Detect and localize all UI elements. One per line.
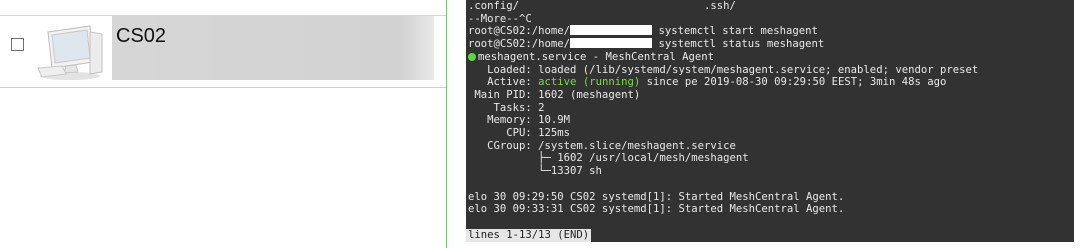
terminal-line: systemctl start meshagent: [652, 25, 818, 38]
redacted-username: [570, 25, 653, 36]
device-row[interactable]: CS02: [0, 16, 446, 86]
terminal-line: CPU: 125ms: [468, 127, 571, 140]
device-name[interactable]: CS02: [116, 25, 166, 48]
terminal-line: root@CS02:/home/: [468, 25, 571, 38]
terminal-line: systemctl status meshagent: [652, 38, 825, 51]
terminal-line: meshagent.service - MeshCentral Agent: [478, 50, 714, 63]
terminal-line: elo 30 09:29:50 CS02 systemd[1]: Started…: [468, 190, 845, 203]
terminal-line: Memory: 10.9M: [468, 114, 571, 127]
row-divider-bottom: [0, 87, 446, 88]
redacted-username: [570, 38, 653, 49]
terminal-window[interactable]: .config/ .ssh/ --More--^C root@CS02:/hom…: [466, 0, 1074, 242]
terminal-bottom-margin: [466, 242, 1074, 248]
panel-separator: [446, 0, 447, 248]
status-dot-icon: [468, 52, 476, 61]
terminal-line: root@CS02:/home/: [468, 38, 571, 51]
active-status: active (running): [538, 76, 641, 89]
device-select-checkbox[interactable]: [11, 38, 24, 51]
terminal-line: CGroup: /system.slice/meshagent.service: [468, 139, 736, 152]
terminal-line: Tasks: 2: [468, 101, 545, 114]
pager-status: lines 1-13/13 (END): [466, 229, 592, 242]
terminal-line: ├─ 1602 /usr/local/mesh/meshagent: [468, 152, 749, 165]
terminal-line: Active:: [468, 76, 539, 89]
computer-icon: [32, 22, 108, 82]
terminal-line: Main PID: 1602 (meshagent): [468, 88, 641, 101]
terminal-line: Loaded: loaded (/lib/systemd/system/mesh…: [468, 63, 979, 76]
terminal-output: .config/ .ssh/ --More--^C root@CS02:/hom…: [466, 0, 1074, 216]
terminal-line: └─13307 sh: [468, 165, 602, 178]
device-list-panel: CS02: [0, 0, 446, 248]
terminal-line: --More--^C: [468, 12, 532, 25]
terminal-line: .config/ .ssh/: [468, 0, 736, 12]
right-margin: [1074, 0, 1090, 248]
terminal-line: since pe 2019-08-30 09:29:50 EEST; 3min …: [640, 76, 947, 89]
terminal-line: elo 30 09:33:31 CS02 systemd[1]: Started…: [468, 203, 845, 216]
